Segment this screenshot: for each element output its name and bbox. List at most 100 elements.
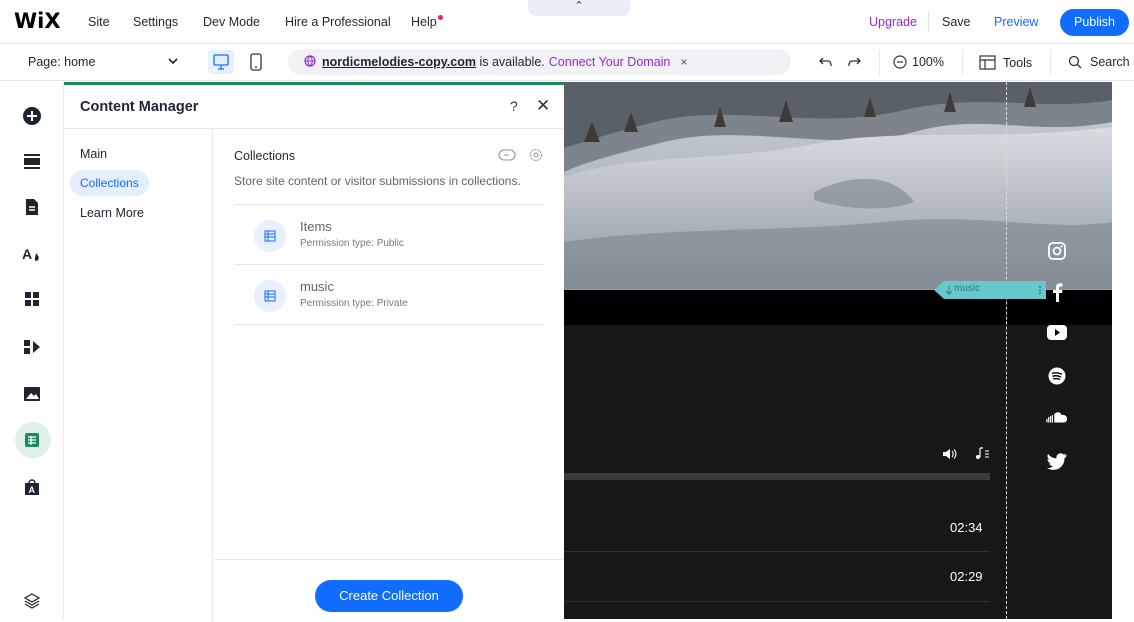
help-button[interactable]: ? [510,98,518,114]
redo-icon[interactable] [846,54,862,70]
business-apps-icon[interactable] [20,335,44,359]
divider [879,50,880,76]
search-icon [1068,55,1082,69]
domain-bar: nordicmelodies-copy.com is available. Con… [288,49,791,75]
collection-item-items[interactable]: Items Permission type: Public [234,204,544,264]
chevron-down-icon[interactable] [166,54,180,68]
soundcloud-icon[interactable] [1046,406,1068,428]
publish-button[interactable]: Publish [1060,9,1129,36]
svg-text:A: A [22,246,32,262]
connect-domain-link[interactable]: Connect Your Domain [549,55,671,69]
save-button[interactable]: Save [942,15,971,29]
close-icon[interactable]: ✕ [536,96,550,116]
divider [962,50,963,76]
collection-item-music[interactable]: music Permission type: Private [234,264,544,324]
divider [234,324,544,325]
zoom-level: 100% [912,55,944,69]
pages-icon[interactable] [20,195,44,219]
menu-settings[interactable]: Settings [133,15,178,29]
globe-icon [304,55,316,67]
nav-item-main[interactable]: Main [80,147,107,161]
gridline [1006,82,1007,619]
canvas-margin [1112,82,1134,619]
collections-description: Store site content or visitor submission… [234,174,521,188]
twitter-icon[interactable] [1046,450,1068,472]
page-name: home [64,55,96,69]
search-label: Search [1090,55,1130,69]
media-icon[interactable] [20,382,44,406]
layers-icon[interactable] [20,589,44,613]
track-duration: 02:34 [950,520,983,535]
search-button[interactable]: Search [1068,55,1130,69]
add-section-icon[interactable] [20,149,44,173]
left-toolbar: A A [0,82,64,619]
volume-icon[interactable] [943,449,957,459]
panel-title: Content Manager [80,99,199,115]
menu-help-label: Help [411,15,437,29]
toggle-icon[interactable] [498,149,516,161]
wix-logo[interactable]: WiX [14,9,61,33]
desktop-icon [213,54,229,70]
spotify-icon[interactable] [1046,365,1068,387]
playlist-icon[interactable] [976,447,989,459]
page-prefix: Page: [28,55,61,69]
editor-canvas: music 02:34 02:29 [564,82,1134,619]
collection-actions [498,148,543,162]
theme-icon[interactable]: A [20,242,44,266]
menu-help[interactable]: Help [411,15,443,29]
instagram-icon[interactable] [1046,240,1068,262]
youtube-icon[interactable] [1046,322,1068,344]
divider [1050,50,1051,76]
create-collection-button[interactable]: Create Collection [315,580,463,612]
zoom-control[interactable]: 100% [893,55,944,69]
facebook-icon[interactable] [1046,281,1068,303]
page-selector[interactable]: Page: home [28,55,95,69]
menu-hire-professional[interactable]: Hire a Professional [285,15,391,29]
zoom-out-icon [893,55,907,69]
editor-toolbar: Page: home nordicmelodies-copy.com is av… [0,44,1134,81]
gear-icon[interactable] [529,148,543,162]
snow-landscape-image[interactable] [564,82,1112,290]
collection-permission: Permission type: Public [300,238,404,249]
table-icon [254,220,286,252]
preview-button[interactable]: Preview [994,15,1038,29]
table-icon [254,280,286,312]
domain-name[interactable]: nordicmelodies-copy.com [322,55,476,69]
collection-permission: Permission type: Private [300,298,408,309]
menu-site[interactable]: Site [88,15,110,29]
player-progress-bar[interactable] [564,473,990,480]
divider [564,601,990,602]
collections-heading: Collections [234,149,296,163]
tools-icon [979,55,996,70]
divider [564,551,990,552]
divider [928,12,929,32]
nav-item-learn-more[interactable]: Learn More [80,206,144,220]
top-bar: WiX Site Settings Dev Mode Hire a Profes… [0,0,1134,44]
nav-item-collections[interactable]: Collections [70,170,149,196]
upgrade-link[interactable]: Upgrade [869,15,917,29]
player-controls [943,447,989,459]
collections-area: Collections Store site content or visito… [214,129,564,559]
undo-icon[interactable] [818,54,834,70]
domain-available-text: is available. [475,55,545,69]
menu-dev-mode[interactable]: Dev Mode [203,15,260,29]
desktop-view-button[interactable] [208,50,234,74]
panel-nav: Main Collections Learn More [64,129,213,622]
mobile-view-button[interactable] [246,50,266,74]
tools-button[interactable]: Tools [979,55,1032,70]
add-elements-icon[interactable] [20,104,44,128]
collection-name: Items [300,219,332,234]
panel-footer: Create Collection [214,559,564,622]
svg-text:A: A [29,485,36,495]
apps-icon[interactable] [20,287,44,311]
cms-icon[interactable] [20,428,44,452]
music-player [564,325,1112,619]
tools-label: Tools [1003,56,1033,70]
mobile-icon [250,53,262,71]
panel-header: Content Manager ? ✕ [64,85,564,129]
content-manager-panel: Content Manager ? ✕ Main Collections Lea… [64,82,564,622]
collapse-topbar-button[interactable]: ⌃ [528,0,630,16]
app-market-icon[interactable]: A [20,475,44,499]
dismiss-domain-button[interactable]: × [680,55,687,69]
anchor-tag[interactable] [934,280,1052,300]
